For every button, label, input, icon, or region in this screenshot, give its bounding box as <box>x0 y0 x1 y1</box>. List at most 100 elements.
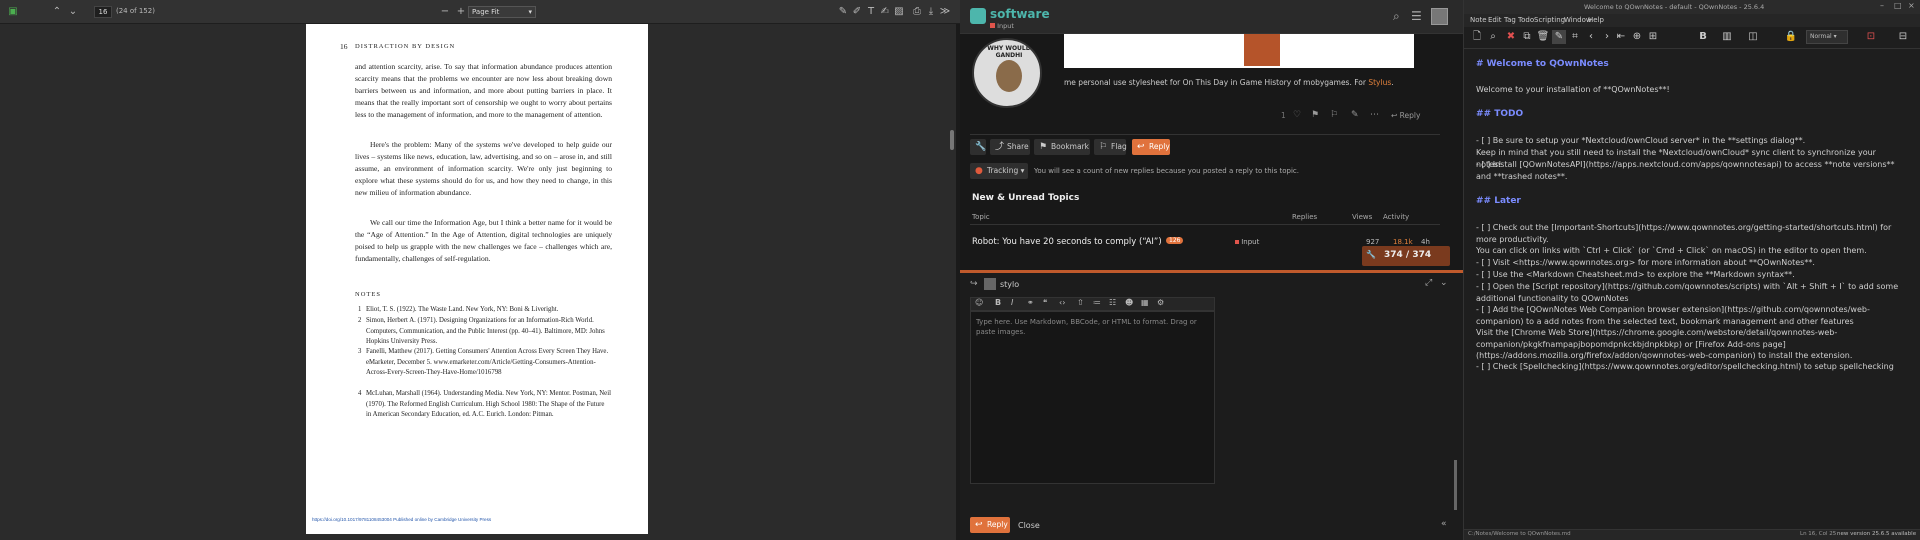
expand-icon[interactable]: ⤢ <box>1425 278 1432 288</box>
bell-icon: ● <box>975 166 983 176</box>
heading-select[interactable]: Normal ▾ <box>1806 30 1848 44</box>
tag-icon[interactable]: ⌗ <box>1568 30 1582 44</box>
search-icon[interactable]: ⌕ <box>1393 9 1400 24</box>
sidebar-icon[interactable]: ⊟ <box>1896 30 1910 44</box>
bold-icon[interactable]: B <box>1696 30 1710 44</box>
highlight-icon[interactable]: ✎ <box>836 5 850 19</box>
zoom-out-icon[interactable]: − <box>438 5 452 19</box>
zoom-select[interactable]: Page Fit ▾ <box>468 6 536 18</box>
chevron-up-icon[interactable]: ⌃ <box>50 5 64 19</box>
new-note-icon[interactable]: 🗋 <box>1470 30 1484 44</box>
italic-icon[interactable]: I <box>1011 298 1013 307</box>
page-footer[interactable]: https://doi.org/10.1017/9781108453004 Pu… <box>312 517 491 522</box>
wrench-icon[interactable]: 🔧 <box>1366 250 1376 259</box>
topic-age[interactable]: 4h <box>1421 238 1430 246</box>
tracking-button[interactable]: ● Tracking ▾ <box>970 163 1028 179</box>
back-icon[interactable]: ‹ <box>1584 30 1598 44</box>
post-image[interactable] <box>1064 34 1414 68</box>
image-icon[interactable]: ▨ <box>892 5 906 19</box>
composer-reply-button[interactable]: ↩ Reply <box>970 517 1010 533</box>
unread-badge[interactable]: 126 <box>1166 237 1184 244</box>
print-icon[interactable]: ⎙ <box>910 5 924 19</box>
scrollbar[interactable] <box>950 130 954 150</box>
search-icon[interactable]: ⌕ <box>1486 30 1500 44</box>
reply-button[interactable]: ↩ Reply <box>1132 139 1170 155</box>
hamburger-menu-icon[interactable]: ☰ <box>1411 9 1422 23</box>
col-views[interactable]: Views <box>1352 213 1372 221</box>
menu-icon[interactable]: ≫ <box>938 5 952 19</box>
timeline-progress[interactable]: 🔧 374 / 374 <box>1362 246 1450 266</box>
menu-scripting[interactable]: Scripting <box>1534 16 1565 24</box>
bold-icon[interactable]: B <box>995 298 1001 307</box>
draw-icon[interactable]: ✐ <box>850 5 864 19</box>
lock-icon[interactable]: 🔒 <box>1784 30 1798 44</box>
poster-avatar[interactable]: WHY WOULD GANDHI <box>972 38 1042 108</box>
topic-title[interactable]: Robot: You have 20 seconds to comply (“A… <box>972 237 1162 247</box>
composer-close[interactable]: Close <box>1018 521 1040 530</box>
more-icon[interactable]: ⋯ <box>1370 110 1379 120</box>
collapse-icon[interactable]: ⌄ <box>1440 278 1448 288</box>
flag-button[interactable]: ⚐ Flag <box>1094 139 1127 155</box>
post-reply-button[interactable]: ↩ Reply <box>1391 111 1420 120</box>
scrollbar[interactable] <box>1454 460 1457 510</box>
maximize-icon[interactable]: □ <box>1894 1 1902 10</box>
heart-icon[interactable]: ♡ <box>1293 110 1301 120</box>
link-icon[interactable]: ⚭ <box>1027 298 1034 307</box>
edit-icon[interactable]: ✎ <box>1351 110 1359 120</box>
minimize-icon[interactable]: – <box>1880 1 1884 10</box>
stylus-link[interactable]: Stylus <box>1368 78 1391 87</box>
note-editor[interactable]: # Welcome to QOwnNotes Welcome to your i… <box>1464 49 1920 529</box>
close-icon[interactable]: × <box>1908 1 1915 10</box>
bullet-list-icon[interactable]: ≔ <box>1093 298 1101 307</box>
save-icon[interactable]: ⤓ <box>924 5 938 19</box>
menu-todo[interactable]: Todo <box>1518 16 1534 24</box>
wrench-button[interactable]: 🔧 <box>970 139 986 155</box>
page-number-input[interactable]: 16 <box>94 6 112 18</box>
topic-category[interactable]: Input <box>1235 238 1259 246</box>
zoom-in-icon[interactable]: + <box>454 5 468 19</box>
menu-help[interactable]: Help <box>1588 16 1604 24</box>
chevron-down-icon[interactable]: ⌄ <box>66 5 80 19</box>
copy-icon[interactable]: ⧉ <box>1520 30 1534 44</box>
col-activity[interactable]: Activity <box>1383 213 1409 221</box>
col-topic[interactable]: Topic <box>972 213 990 221</box>
status-version[interactable]: new version 25.6.5 available <box>1837 531 1916 537</box>
trash-icon[interactable]: 🗑 <box>1536 30 1550 44</box>
col-replies[interactable]: Replies <box>1292 213 1317 221</box>
date-icon[interactable]: ▦ <box>1141 298 1149 307</box>
delete-icon[interactable]: ✖ <box>1504 30 1518 44</box>
record-icon[interactable]: ⊡ <box>1864 30 1878 44</box>
menu-edit[interactable]: Edit <box>1488 16 1502 24</box>
quote-icon[interactable]: ❝ <box>1043 298 1047 307</box>
layout-icon[interactable]: ⊞ <box>1646 30 1660 44</box>
emoji-icon[interactable]: ☺ <box>975 298 983 307</box>
signature-icon[interactable]: ✍ <box>878 5 892 19</box>
menu-note[interactable]: Note <box>1470 16 1487 24</box>
category-label[interactable]: Input <box>990 22 1014 30</box>
site-name[interactable]: software <box>990 7 1050 21</box>
bookmark-icon[interactable]: ⚑ <box>1311 110 1319 120</box>
site-logo-icon[interactable] <box>970 8 986 24</box>
flag-icon[interactable]: ⚐ <box>1330 110 1338 120</box>
reply-arrow-icon[interactable]: ↪ <box>970 279 978 289</box>
composer-input[interactable]: Type here. Use Markdown, BBCode, or HTML… <box>970 311 1215 484</box>
user-avatar[interactable] <box>1431 8 1448 25</box>
forward-icon[interactable]: › <box>1600 30 1614 44</box>
share-button[interactable]: ⤴ Share <box>990 139 1030 155</box>
edit-mode-icon[interactable]: ✎ <box>1552 30 1566 44</box>
zoom-icon[interactable]: ⊕ <box>1630 30 1644 44</box>
previous-icon[interactable]: ⇤ <box>1614 30 1628 44</box>
composer-user[interactable]: stylo <box>1000 280 1019 289</box>
avatar-text: WHY WOULD GANDHI <box>987 45 1031 59</box>
collapse-left-icon[interactable]: « <box>1441 519 1447 529</box>
bookmark-button[interactable]: ⚑ Bookmark <box>1034 139 1090 155</box>
code-icon[interactable]: ‹› <box>1059 298 1065 307</box>
toggle-icon[interactable]: ◫ <box>1746 30 1760 44</box>
text-icon[interactable]: T <box>864 5 878 19</box>
numbered-list-icon[interactable]: ☷ <box>1109 298 1116 307</box>
menu-tag[interactable]: Tag <box>1504 16 1516 24</box>
smile-icon[interactable]: ☻ <box>1125 298 1133 307</box>
upload-icon[interactable]: ⇧ <box>1077 298 1084 307</box>
gear-icon[interactable]: ⚙ <box>1157 298 1164 307</box>
panels-icon[interactable]: ▥ <box>1720 30 1734 44</box>
